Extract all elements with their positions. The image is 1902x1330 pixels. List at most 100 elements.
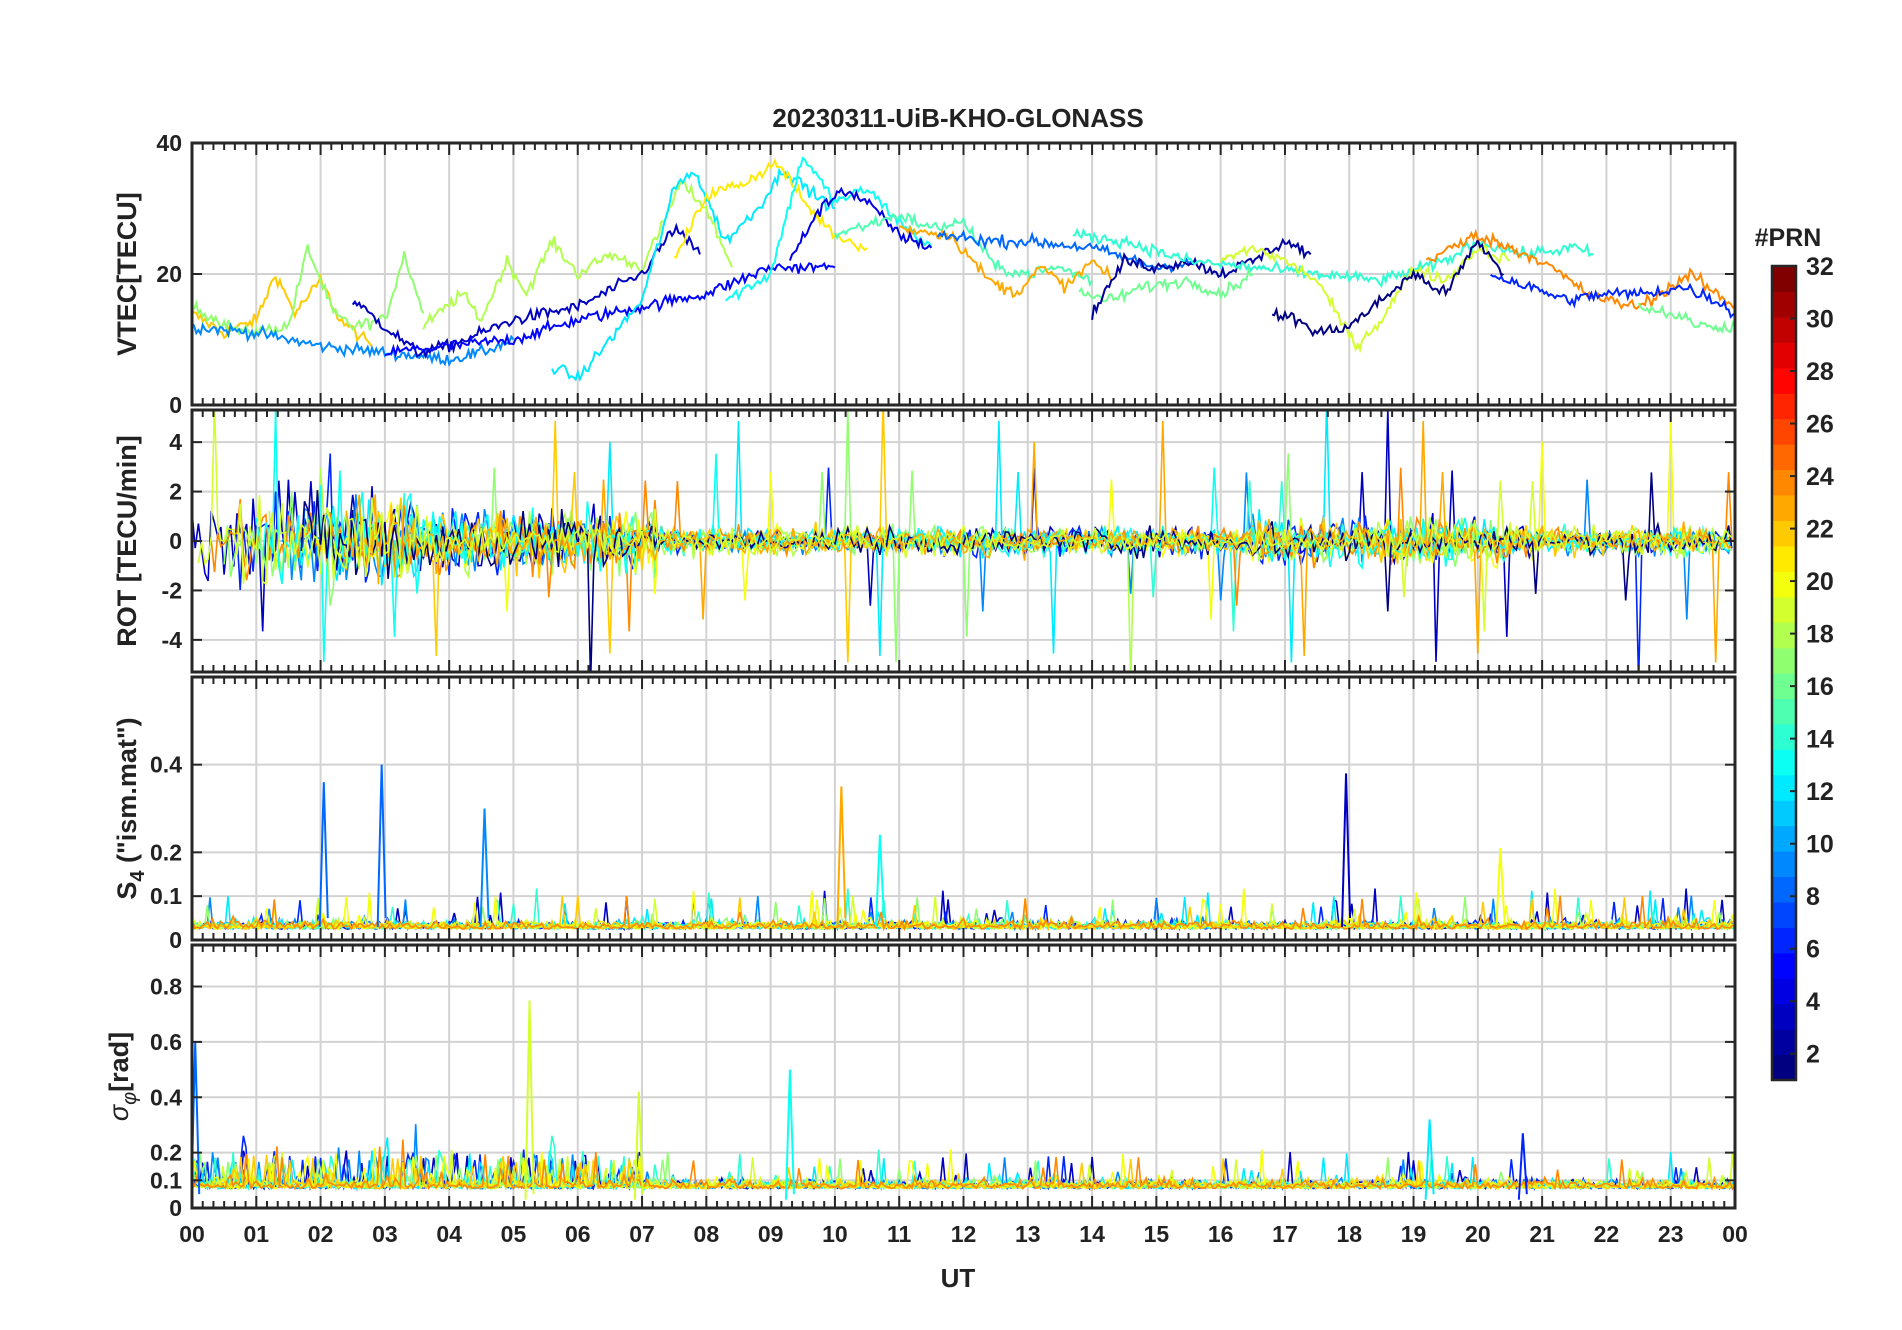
y-tick-label: 0.4 (150, 1084, 182, 1110)
x-tick-label: 07 (629, 1221, 655, 1247)
colorbar-segment (1772, 774, 1796, 801)
y-tick-label: 0.1 (150, 1167, 182, 1193)
x-tick-label: 10 (822, 1221, 848, 1247)
y-tick-label: 0.6 (150, 1029, 182, 1055)
x-tick-label: 06 (565, 1221, 591, 1247)
colorbar-segment (1772, 698, 1796, 725)
colorbar-segment (1772, 901, 1796, 928)
colorbar-segment (1772, 494, 1796, 521)
colorbar-tick-label: 32 (1806, 253, 1834, 281)
x-tick-label: 21 (1529, 1221, 1555, 1247)
y-tick-label: -4 (162, 627, 183, 653)
y-tick-label: 4 (169, 429, 182, 455)
x-tick-label: 12 (951, 1221, 977, 1247)
x-tick-label: 14 (1079, 1221, 1105, 1247)
x-tick-label: 02 (308, 1221, 334, 1247)
colorbar-segment (1772, 266, 1796, 293)
y-axis-label: ROT [TECU/min] (112, 435, 142, 646)
colorbar-tick-label: 10 (1806, 831, 1834, 859)
x-tick-label: 19 (1401, 1221, 1427, 1247)
figure: 20230311-UiB-KHO-GLONASS 02040VTEC[TECU]… (104, 103, 1834, 1293)
y-tick-label: 0 (169, 392, 182, 418)
colorbar-segment (1772, 469, 1796, 496)
x-tick-label: 00 (179, 1221, 205, 1247)
colorbar-segment (1772, 291, 1796, 318)
colorbar-segment (1772, 1054, 1796, 1081)
x-tick-label: 01 (243, 1221, 269, 1247)
x-tick-label: 22 (1594, 1221, 1620, 1247)
sigma-phi-panel: 00.10.2 0.4 0.6 0.8 σφ[rad] 00 01 02 03 04 05 06 07 0… (104, 943, 1748, 1247)
colorbar-title: #PRN (1755, 224, 1822, 252)
x-tick-label: 09 (758, 1221, 784, 1247)
colorbar-segment (1772, 444, 1796, 471)
x-tick-label: 13 (1015, 1221, 1041, 1247)
colorbar-segment (1772, 545, 1796, 572)
colorbar-segment (1772, 1003, 1796, 1030)
colorbar-segment (1772, 316, 1796, 343)
x-tick-label: 15 (1144, 1221, 1170, 1247)
colorbar-tick-label: 22 (1806, 516, 1834, 544)
x-tick-label: 08 (694, 1221, 720, 1247)
x-tick-label: 04 (436, 1221, 462, 1247)
y-tick-label: 2 (169, 479, 182, 505)
x-tick-label: 17 (1272, 1221, 1298, 1247)
prn-colorbar: #PRN 2468101214161820222426283032 (1755, 224, 1834, 1082)
colorbar-segment (1772, 622, 1796, 649)
x-tick-label: 00 (1722, 1221, 1748, 1247)
y-tick-label: 0.8 (150, 974, 182, 1000)
x-tick-label: 11 (887, 1221, 912, 1247)
y-axis-label: S4 ("ism.mat") (112, 717, 149, 899)
s4-panel: 0 0.1 0.2 0.4S4 ("ism.mat") (112, 675, 1737, 953)
y-tick-label: 40 (156, 130, 182, 156)
y-axis-label: σφ[rad] (104, 1032, 141, 1121)
colorbar-segment (1772, 393, 1796, 420)
x-axis-label: UT (941, 1263, 976, 1293)
colorbar-tick-label: 14 (1806, 726, 1834, 754)
x-tick-label: 20 (1465, 1221, 1491, 1247)
colorbar-tick-label: 6 (1806, 936, 1820, 964)
colorbar-segment (1772, 749, 1796, 776)
colorbar-tick-label: 20 (1806, 568, 1834, 596)
colorbar-tick-label: 24 (1806, 463, 1834, 491)
colorbar-tick-label: 12 (1806, 778, 1834, 806)
x-tick-label: 23 (1658, 1221, 1684, 1247)
colorbar-segment (1772, 952, 1796, 979)
y-tick-label: 0 (169, 927, 182, 953)
y-tick-label: 0.2 (150, 839, 182, 865)
y-tick-label: 0 (169, 1195, 182, 1221)
colorbar-segment (1772, 571, 1796, 598)
y-tick-label: 20 (156, 261, 182, 287)
colorbar-tick-label: 8 (1806, 883, 1820, 911)
colorbar-segment (1772, 596, 1796, 623)
colorbar-segment (1772, 825, 1796, 852)
colorbar-segment (1772, 342, 1796, 369)
colorbar-tick-label: 26 (1806, 411, 1834, 439)
x-tick-label: 03 (372, 1221, 398, 1247)
colorbar-tick-label: 2 (1806, 1041, 1820, 1069)
y-tick-label: 0.1 (150, 883, 182, 909)
colorbar-segment (1772, 800, 1796, 827)
colorbar-segment (1772, 876, 1796, 903)
colorbar-segment (1772, 1029, 1796, 1056)
colorbar-segment (1772, 520, 1796, 547)
vtec-panel: 0 20 40 VTEC[TECU] (112, 130, 1737, 418)
y-axis-label: VTEC[TECU] (112, 192, 142, 356)
x-tick-label: 16 (1208, 1221, 1234, 1247)
x-tick-label: 05 (501, 1221, 527, 1247)
x-tick-label: 18 (1336, 1221, 1362, 1247)
colorbar-tick-label: 16 (1806, 673, 1834, 701)
y-tick-label: 0.2 (150, 1140, 182, 1166)
y-tick-label: 0 (169, 528, 182, 554)
colorbar-segment (1772, 723, 1796, 750)
colorbar-tick-label: 30 (1806, 306, 1834, 334)
colorbar-tick-label: 4 (1806, 988, 1820, 1016)
chart-title: 20230311-UiB-KHO-GLONASS (772, 103, 1143, 133)
rot-panel: -4 -2 0 2 4 ROT [TECU/min] (112, 408, 1737, 674)
colorbar-segment (1772, 647, 1796, 674)
y-tick-label: 0.4 (150, 752, 182, 778)
colorbar-segment (1772, 418, 1796, 445)
colorbar-tick-label: 18 (1806, 621, 1834, 649)
colorbar-segment (1772, 851, 1796, 878)
y-tick-label: -2 (162, 577, 182, 603)
colorbar-tick-label: 28 (1806, 358, 1834, 386)
